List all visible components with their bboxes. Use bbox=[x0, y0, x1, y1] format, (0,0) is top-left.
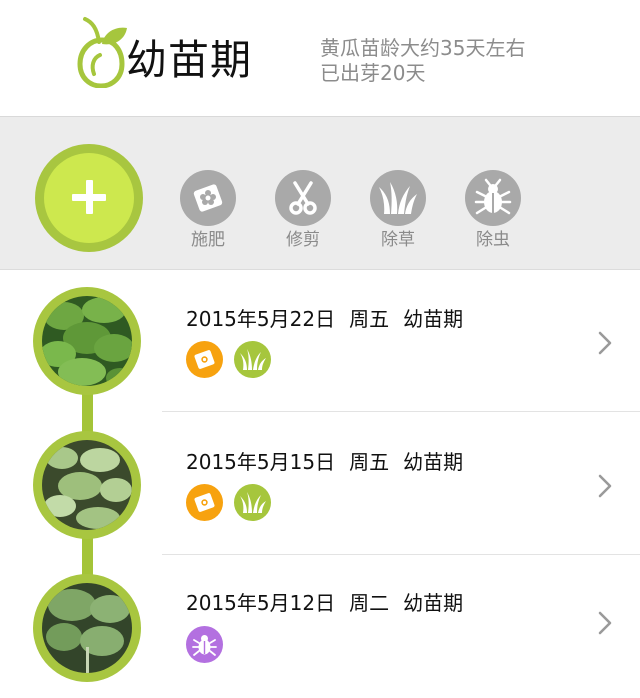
seedling-image bbox=[42, 296, 132, 386]
record-stage: 幼苗期 bbox=[403, 307, 464, 331]
header: 幼苗期 黄瓜苗龄大约35天左右 已出芽20天 bbox=[0, 0, 640, 116]
fertilizer-badge-icon bbox=[186, 484, 223, 521]
record-row[interactable]: 2015年5月15日 周五 幼苗期 bbox=[162, 411, 640, 555]
tool-prune-label: 修剪 bbox=[286, 230, 320, 250]
record-date-text: 2015年5月15日 bbox=[186, 450, 336, 474]
tool-pest[interactable]: 除虫 bbox=[463, 170, 523, 251]
tool-prune[interactable]: 修剪 bbox=[273, 170, 333, 251]
bug-badge-icon bbox=[186, 626, 223, 663]
seedling-photo-2[interactable] bbox=[33, 431, 141, 539]
grass-icon bbox=[370, 170, 426, 226]
chevron-right-icon[interactable] bbox=[594, 610, 616, 636]
fertilizer-icon bbox=[180, 170, 236, 226]
record-weekday: 周五 bbox=[349, 450, 390, 474]
tool-fertilize[interactable]: 施肥 bbox=[178, 170, 238, 251]
chevron-right-icon[interactable] bbox=[594, 330, 616, 356]
grass-badge-icon bbox=[234, 484, 272, 521]
action-toolbar: 施肥 修剪 除草 除虫 bbox=[0, 116, 640, 270]
record-date: 2015年5月12日 周二 幼苗期 bbox=[186, 590, 477, 616]
record-badges bbox=[186, 341, 277, 379]
record-stage: 幼苗期 bbox=[403, 450, 464, 474]
plus-icon-vertical bbox=[86, 180, 93, 214]
chevron-right-icon[interactable] bbox=[594, 473, 616, 499]
record-badges bbox=[186, 484, 277, 522]
tool-weed[interactable]: 除草 bbox=[368, 170, 428, 251]
record-date: 2015年5月15日 周五 幼苗期 bbox=[186, 449, 477, 475]
growth-info: 黄瓜苗龄大约35天左右 已出芽20天 bbox=[320, 36, 525, 86]
record-weekday: 周五 bbox=[349, 307, 390, 331]
record-badges bbox=[186, 626, 229, 664]
page-title: 幼苗期 bbox=[126, 36, 252, 84]
seedling-image bbox=[42, 440, 132, 530]
record-date: 2015年5月22日 周五 幼苗期 bbox=[186, 306, 477, 332]
record-weekday: 周二 bbox=[349, 591, 390, 615]
scissors-icon bbox=[275, 170, 331, 226]
seedling-photo-3[interactable] bbox=[33, 574, 141, 682]
sprout-days-text: 已出芽20天 bbox=[320, 61, 426, 85]
seedling-photo-1[interactable] bbox=[33, 287, 141, 395]
record-row[interactable]: 2015年5月12日 周二 幼苗期 bbox=[162, 554, 640, 697]
bug-icon bbox=[465, 170, 521, 226]
record-stage: 幼苗期 bbox=[403, 591, 464, 615]
record-date-text: 2015年5月12日 bbox=[186, 591, 336, 615]
tool-pest-label: 除虫 bbox=[476, 230, 510, 250]
record-date-text: 2015年5月22日 bbox=[186, 307, 336, 331]
grass-badge-icon bbox=[234, 341, 272, 378]
record-row[interactable]: 2015年5月22日 周五 幼苗期 bbox=[162, 268, 640, 412]
sprout-logo-icon bbox=[77, 17, 127, 88]
growth-age-text: 黄瓜苗龄大约35天左右 bbox=[320, 36, 526, 60]
tool-fertilize-label: 施肥 bbox=[191, 230, 225, 250]
fertilizer-badge-icon bbox=[186, 341, 223, 378]
tool-weed-label: 除草 bbox=[381, 230, 415, 250]
seedling-image bbox=[42, 583, 132, 673]
